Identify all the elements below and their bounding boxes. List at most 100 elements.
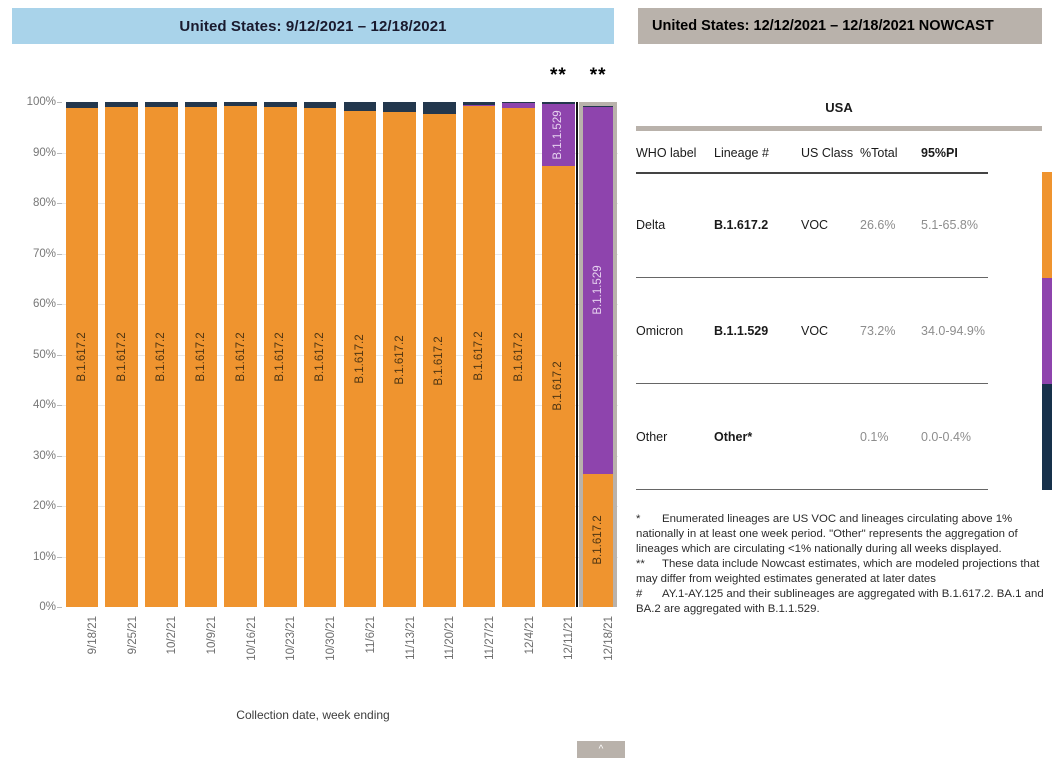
bar-segment[interactable]: B.1.617.2: [502, 108, 535, 607]
bar-segment[interactable]: [185, 102, 218, 107]
bar-segment[interactable]: [463, 105, 496, 106]
bar-segment-label: B.1.617.2: [433, 336, 445, 385]
stacked-bar[interactable]: B.1.617.2: [502, 102, 535, 607]
x-axis-tick-label: 10/23/21: [285, 616, 297, 661]
stacked-bar[interactable]: B.1.617.2: [463, 102, 496, 607]
bar-segment-label: B.1.1.529: [592, 266, 604, 315]
bar-column[interactable]: B.1.617.2: [145, 102, 178, 607]
stacked-bar[interactable]: B.1.617.2: [145, 102, 178, 607]
bar-column[interactable]: B.1.617.2: [423, 102, 456, 607]
col-lineage: Lineage #: [714, 146, 769, 160]
stacked-bar[interactable]: B.1.617.2: [66, 102, 99, 607]
bar-segment[interactable]: B.1.617.2: [423, 114, 456, 607]
bar-segment[interactable]: [105, 102, 138, 107]
lineage-color-swatch: [1042, 384, 1052, 490]
bar-stack: B.1.617.2: [383, 102, 416, 607]
row-who-label: Delta: [636, 218, 665, 232]
bar-segment[interactable]: B.1.617.2: [224, 106, 257, 607]
bar-segment[interactable]: [66, 102, 99, 108]
bar-segment-label: B.1.617.2: [473, 331, 485, 380]
table-row-rule: [636, 489, 988, 490]
stacked-bar[interactable]: B.1.617.2: [224, 102, 257, 607]
x-axis-tick-label: 12/4/21: [524, 616, 536, 654]
row-pct-total: 0.1%: [860, 430, 889, 444]
bar-stack: B.1.617.2: [105, 102, 138, 607]
bar-column[interactable]: B.1.617.2: [66, 102, 99, 607]
stacked-bar[interactable]: B.1.617.2 B.1.1.529: [579, 102, 617, 607]
bar-segment[interactable]: [423, 102, 456, 114]
y-axis-tick-label: 100%: [27, 96, 56, 108]
footnote-text: These data include Nowcast estimates, wh…: [636, 558, 1039, 585]
footnote-marker: *: [636, 512, 662, 527]
bar-column[interactable]: B.1.617.2: [264, 102, 297, 607]
bar-segment[interactable]: [502, 102, 535, 103]
x-axis-tick-label: 12/11/21: [563, 616, 575, 660]
bar-segment[interactable]: [145, 102, 178, 107]
left-panel-title: United States: 9/12/2021 – 12/18/2021: [179, 18, 446, 35]
bar-segment[interactable]: B.1.617.2: [66, 108, 99, 607]
bar-column[interactable]: B.1.617.2: [185, 102, 218, 607]
bar-segment[interactable]: [224, 102, 257, 106]
bar-column[interactable]: B.1.617.2: [224, 102, 257, 607]
table-row[interactable]: OtherOther*0.1%0.0-0.4%: [636, 384, 1042, 490]
bar-column[interactable]: B.1.617.2: [502, 102, 535, 607]
nowcast-table: WHO label Lineage # US Class %Total 95%P…: [636, 140, 1042, 490]
bar-segment[interactable]: [383, 102, 416, 112]
bar-segment[interactable]: [542, 102, 575, 104]
bar-segment-label: B.1.617.2: [552, 362, 564, 411]
bar-segment[interactable]: [502, 103, 535, 108]
table-row[interactable]: OmicronB.1.1.529VOC73.2%34.0-94.9%: [636, 278, 1042, 384]
stacked-bar[interactable]: B.1.617.2: [304, 102, 337, 607]
bar-column[interactable]: B.1.617.2: [304, 102, 337, 607]
bar-segment[interactable]: [463, 102, 496, 105]
bar-column[interactable]: B.1.617.2: [383, 102, 416, 607]
bar-segment[interactable]: B.1.617.2: [105, 107, 138, 607]
bar-column[interactable]: B.1.617.2: [463, 102, 496, 607]
bar-segment[interactable]: [344, 102, 377, 111]
bar-column[interactable]: B.1.617.2: [344, 102, 377, 607]
bar-segment-label: B.1.617.2: [314, 333, 326, 382]
bar-segment[interactable]: B.1.1.529: [583, 107, 613, 474]
x-axis-tick-label: 10/2/21: [166, 616, 178, 654]
bar-segment[interactable]: B.1.617.2: [304, 108, 337, 607]
bar-segment[interactable]: B.1.617.2: [383, 112, 416, 607]
stacked-bar[interactable]: B.1.617.2: [423, 102, 456, 607]
bar-stack: B.1.617.2: [264, 102, 297, 607]
bar-segment[interactable]: B.1.617.2: [583, 474, 613, 607]
lineage-color-swatch: [1042, 278, 1052, 384]
bar-stack: B.1.617.2: [66, 102, 99, 607]
stacked-bar[interactable]: B.1.617.2: [105, 102, 138, 607]
left-panel-header: United States: 9/12/2021 – 12/18/2021: [12, 8, 614, 44]
stacked-bar[interactable]: B.1.617.2: [383, 102, 416, 607]
table-row[interactable]: DeltaB.1.617.2VOC26.6%5.1-65.8%: [636, 172, 1042, 278]
bar-segment[interactable]: [264, 102, 297, 107]
bar-segment[interactable]: B.1.617.2: [463, 105, 496, 607]
stacked-bar[interactable]: B.1.617.2: [264, 102, 297, 607]
stacked-bar-chart: 0%10%20%30%40%50%60%70%80%90%100% B.1.61…: [0, 60, 626, 680]
bar-segment-label: B.1.617.2: [195, 332, 207, 381]
stacked-bar[interactable]: B.1.617.2: [344, 102, 377, 607]
bar-column[interactable]: B.1.617.2 B.1.1.529: [542, 102, 575, 607]
row-who-label: Omicron: [636, 324, 683, 338]
bar-segment[interactable]: B.1.617.2: [185, 107, 218, 607]
bar-segment[interactable]: [583, 106, 613, 107]
bar-column[interactable]: B.1.617.2: [105, 102, 138, 607]
bar-segment[interactable]: B.1.617.2: [264, 107, 297, 607]
bar-segment[interactable]: B.1.617.2: [145, 107, 178, 607]
bar-segment[interactable]: B.1.617.2: [542, 166, 575, 607]
bar-segment[interactable]: [304, 102, 337, 108]
footnote-marker: #: [636, 587, 662, 602]
stacked-bar[interactable]: B.1.617.2: [185, 102, 218, 607]
stacked-bar[interactable]: B.1.617.2 B.1.1.529: [542, 102, 575, 607]
chart-plot-area[interactable]: B.1.617.2B.1.617.2B.1.617.2B.1.617.2B.1.…: [62, 102, 618, 607]
bar-segment[interactable]: B.1.617.2: [344, 111, 377, 607]
x-axis-tick-label: 10/9/21: [206, 616, 218, 654]
x-axis-tick-label: 11/13/21: [405, 616, 417, 660]
bar-column[interactable]: B.1.617.2 B.1.1.529: [579, 102, 617, 607]
bar-stack: B.1.617.2: [224, 102, 257, 607]
scroll-up-button[interactable]: ^: [577, 741, 625, 758]
y-axis-tick-label: 50%: [33, 349, 56, 361]
bar-stack: B.1.617.2: [145, 102, 178, 607]
bar-segment[interactable]: B.1.1.529: [542, 104, 575, 166]
row-pct-total: 26.6%: [860, 218, 895, 232]
